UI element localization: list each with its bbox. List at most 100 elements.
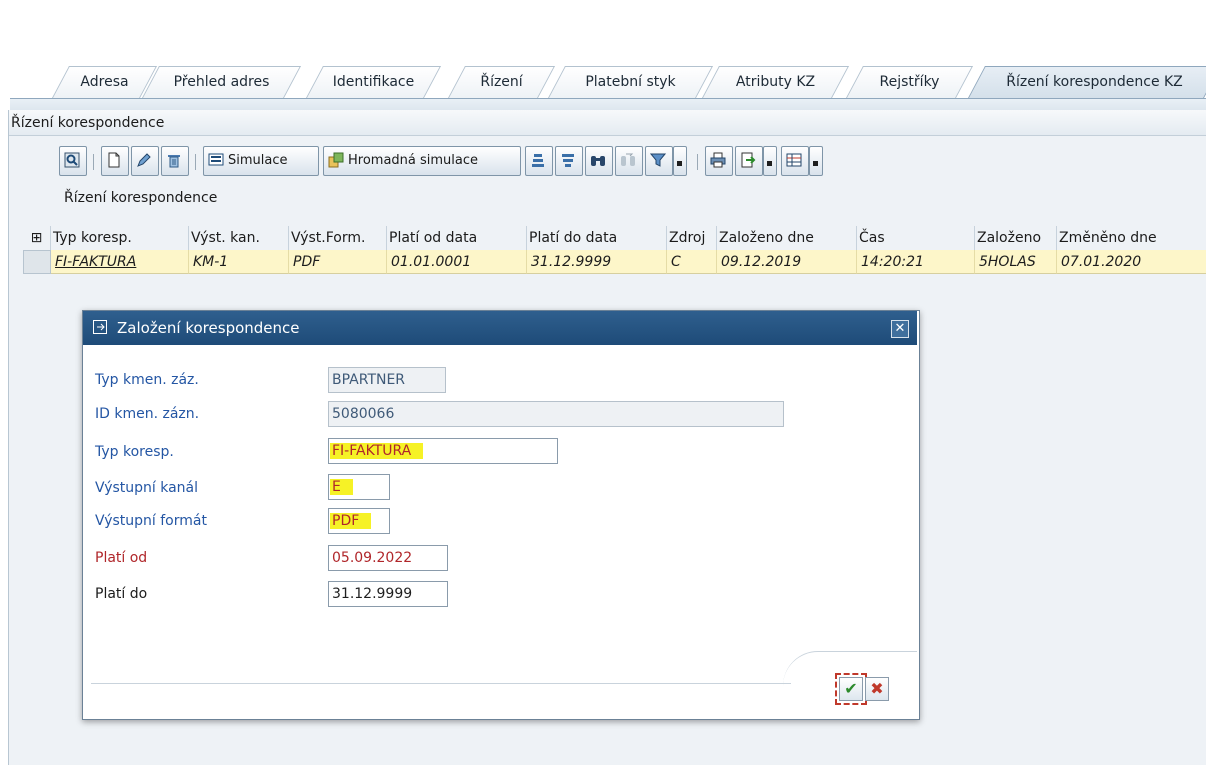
column-header[interactable]: Zdroj xyxy=(667,226,717,250)
plati-do-label: Platí do xyxy=(95,586,148,602)
cancel-button[interactable]: ✖ xyxy=(865,677,889,701)
grid-caption: Řízení korespondence xyxy=(64,190,218,206)
find-next-button[interactable] xyxy=(615,146,643,176)
column-header[interactable]: Typ koresp. xyxy=(51,226,189,250)
tab-adresa[interactable]: Adresa xyxy=(52,66,158,98)
table-cell[interactable]: 14:20:21 xyxy=(857,250,975,274)
column-header[interactable]: Výst.Form. xyxy=(289,226,387,250)
toolbar-separator xyxy=(93,154,94,170)
plati-od-label: Platí od xyxy=(95,550,148,566)
mass-simulate-button[interactable]: Hromadná simulace xyxy=(323,146,521,176)
plati-do-value: 31.12.9999 xyxy=(332,586,413,602)
dialog-title-bar[interactable]: Založení korespondence ✕ xyxy=(83,311,917,345)
vystupni-format-value: PDF xyxy=(330,513,372,529)
mass-simulate-label: Hromadná simulace xyxy=(348,153,479,168)
tab-platebni-styk[interactable]: Platební styk xyxy=(548,66,714,98)
tab-label: Atributy KZ xyxy=(735,74,816,90)
table-cell[interactable]: 09.12.2019 xyxy=(717,250,857,274)
tab-rizeni[interactable]: Řízení xyxy=(448,66,556,98)
new-document-icon xyxy=(108,152,120,168)
sort-ascending-button[interactable] xyxy=(525,146,553,176)
typ-koresp-value: FI-FAKTURA xyxy=(330,443,424,459)
id-kmen-field: 5080066 xyxy=(328,401,784,427)
find-button[interactable] xyxy=(585,146,613,176)
toolbar-separator xyxy=(195,154,196,170)
filter-icon xyxy=(650,153,666,167)
typ-kmen-label: Typ kmen. záz. xyxy=(95,372,199,388)
dropdown-arrow-icon xyxy=(813,161,818,166)
export-icon xyxy=(741,152,756,168)
column-header[interactable]: Čas xyxy=(857,226,975,250)
delete-button[interactable] xyxy=(161,146,189,176)
find-next-icon xyxy=(621,153,635,166)
typ-kmen-value: BPARTNER xyxy=(332,372,406,388)
column-header[interactable]: Výst. kan. xyxy=(189,226,289,250)
dropdown-arrow-icon xyxy=(767,161,772,166)
pencil-icon xyxy=(137,153,151,167)
tab-label: Řízení korespondence KZ xyxy=(1006,74,1183,90)
row-selector[interactable] xyxy=(23,250,51,274)
sort-descending-button[interactable] xyxy=(555,146,583,176)
table-cell[interactable]: FI-FAKTURA xyxy=(51,250,189,274)
tab-rejstriky[interactable]: Rejstříky xyxy=(846,66,974,98)
edit-button[interactable] xyxy=(131,146,159,176)
create-correspondence-dialog: Založení korespondence ✕ Typ kmen. záz. … xyxy=(82,310,920,720)
table-cell[interactable]: 31.12.9999 xyxy=(527,250,667,274)
trash-icon xyxy=(168,155,180,168)
vystupni-kanal-label: Výstupní kanál xyxy=(95,480,199,496)
tab-strip: Adresa Přehled adres Identifikace Řízení… xyxy=(0,0,1206,111)
plati-od-input[interactable]: 05.09.2022 xyxy=(328,545,448,571)
tab-label: Přehled adres xyxy=(173,74,270,90)
simulate-button[interactable]: Simulace xyxy=(203,146,319,176)
select-all-icon[interactable]: ⊞ xyxy=(23,226,51,250)
details-button[interactable] xyxy=(59,146,87,176)
vystupni-kanal-input[interactable]: E xyxy=(328,474,390,500)
cross-icon: ✖ xyxy=(870,679,884,698)
export-dropdown[interactable] xyxy=(763,146,777,176)
checkmark-icon: ✔ xyxy=(844,679,858,698)
tab-label: Identifikace xyxy=(332,74,415,90)
layout-dropdown[interactable] xyxy=(809,146,823,176)
table-cell[interactable]: 07.01.2020 xyxy=(1057,250,1206,274)
plati-do-input[interactable]: 31.12.9999 xyxy=(328,581,448,607)
table-cell[interactable]: PDF xyxy=(289,250,387,274)
layout-button[interactable] xyxy=(781,146,809,176)
column-header[interactable]: Platí od data xyxy=(387,226,527,250)
typ-koresp-label: Typ koresp. xyxy=(95,444,174,460)
tab-atributy-kz[interactable]: Atributy KZ xyxy=(702,66,850,98)
filter-button[interactable] xyxy=(645,146,673,176)
dropdown-arrow-icon xyxy=(677,161,682,166)
print-button[interactable] xyxy=(705,146,733,176)
vystupni-format-input[interactable]: PDF xyxy=(328,508,390,534)
table-cell[interactable]: KM-1 xyxy=(189,250,289,274)
tab-identifikace[interactable]: Identifikace xyxy=(306,66,442,98)
table-cell[interactable]: 01.01.0001 xyxy=(387,250,527,274)
filter-dropdown[interactable] xyxy=(673,146,687,176)
column-header[interactable]: Založeno xyxy=(975,226,1057,250)
column-header[interactable]: Založeno dne xyxy=(717,226,857,250)
id-kmen-label: ID kmen. zázn. xyxy=(95,406,200,422)
tab-label: Řízení xyxy=(480,74,523,90)
column-header[interactable]: Změněno dne xyxy=(1057,226,1206,250)
export-button[interactable] xyxy=(735,146,763,176)
table-cell[interactable]: 5HOLAS xyxy=(975,250,1057,274)
simulate-label: Simulace xyxy=(228,153,288,168)
create-button[interactable] xyxy=(101,146,129,176)
tab-prehled-adres[interactable]: Přehled adres xyxy=(142,66,302,98)
tab-label: Rejstříky xyxy=(879,74,940,90)
vystupni-format-label: Výstupní formát xyxy=(95,513,207,529)
table-cell[interactable]: C xyxy=(667,250,717,274)
typ-kmen-field: BPARTNER xyxy=(328,367,446,393)
tab-rizeni-korespondence-kz[interactable]: Řízení korespondence KZ xyxy=(968,66,1206,98)
magnifier-icon xyxy=(64,152,80,168)
simulation-icon xyxy=(208,153,224,166)
mass-simulation-icon xyxy=(328,152,344,168)
sort-ascending-icon xyxy=(532,154,544,167)
close-icon[interactable]: ✕ xyxy=(891,320,909,338)
typ-koresp-input[interactable]: FI-FAKTURA xyxy=(328,438,558,464)
vystupni-kanal-value: E xyxy=(330,479,353,495)
confirm-button[interactable]: ✔ xyxy=(835,673,867,705)
column-header[interactable]: Platí do data xyxy=(527,226,667,250)
tab-label: Platební styk xyxy=(585,74,676,90)
plati-od-value: 05.09.2022 xyxy=(332,550,413,566)
